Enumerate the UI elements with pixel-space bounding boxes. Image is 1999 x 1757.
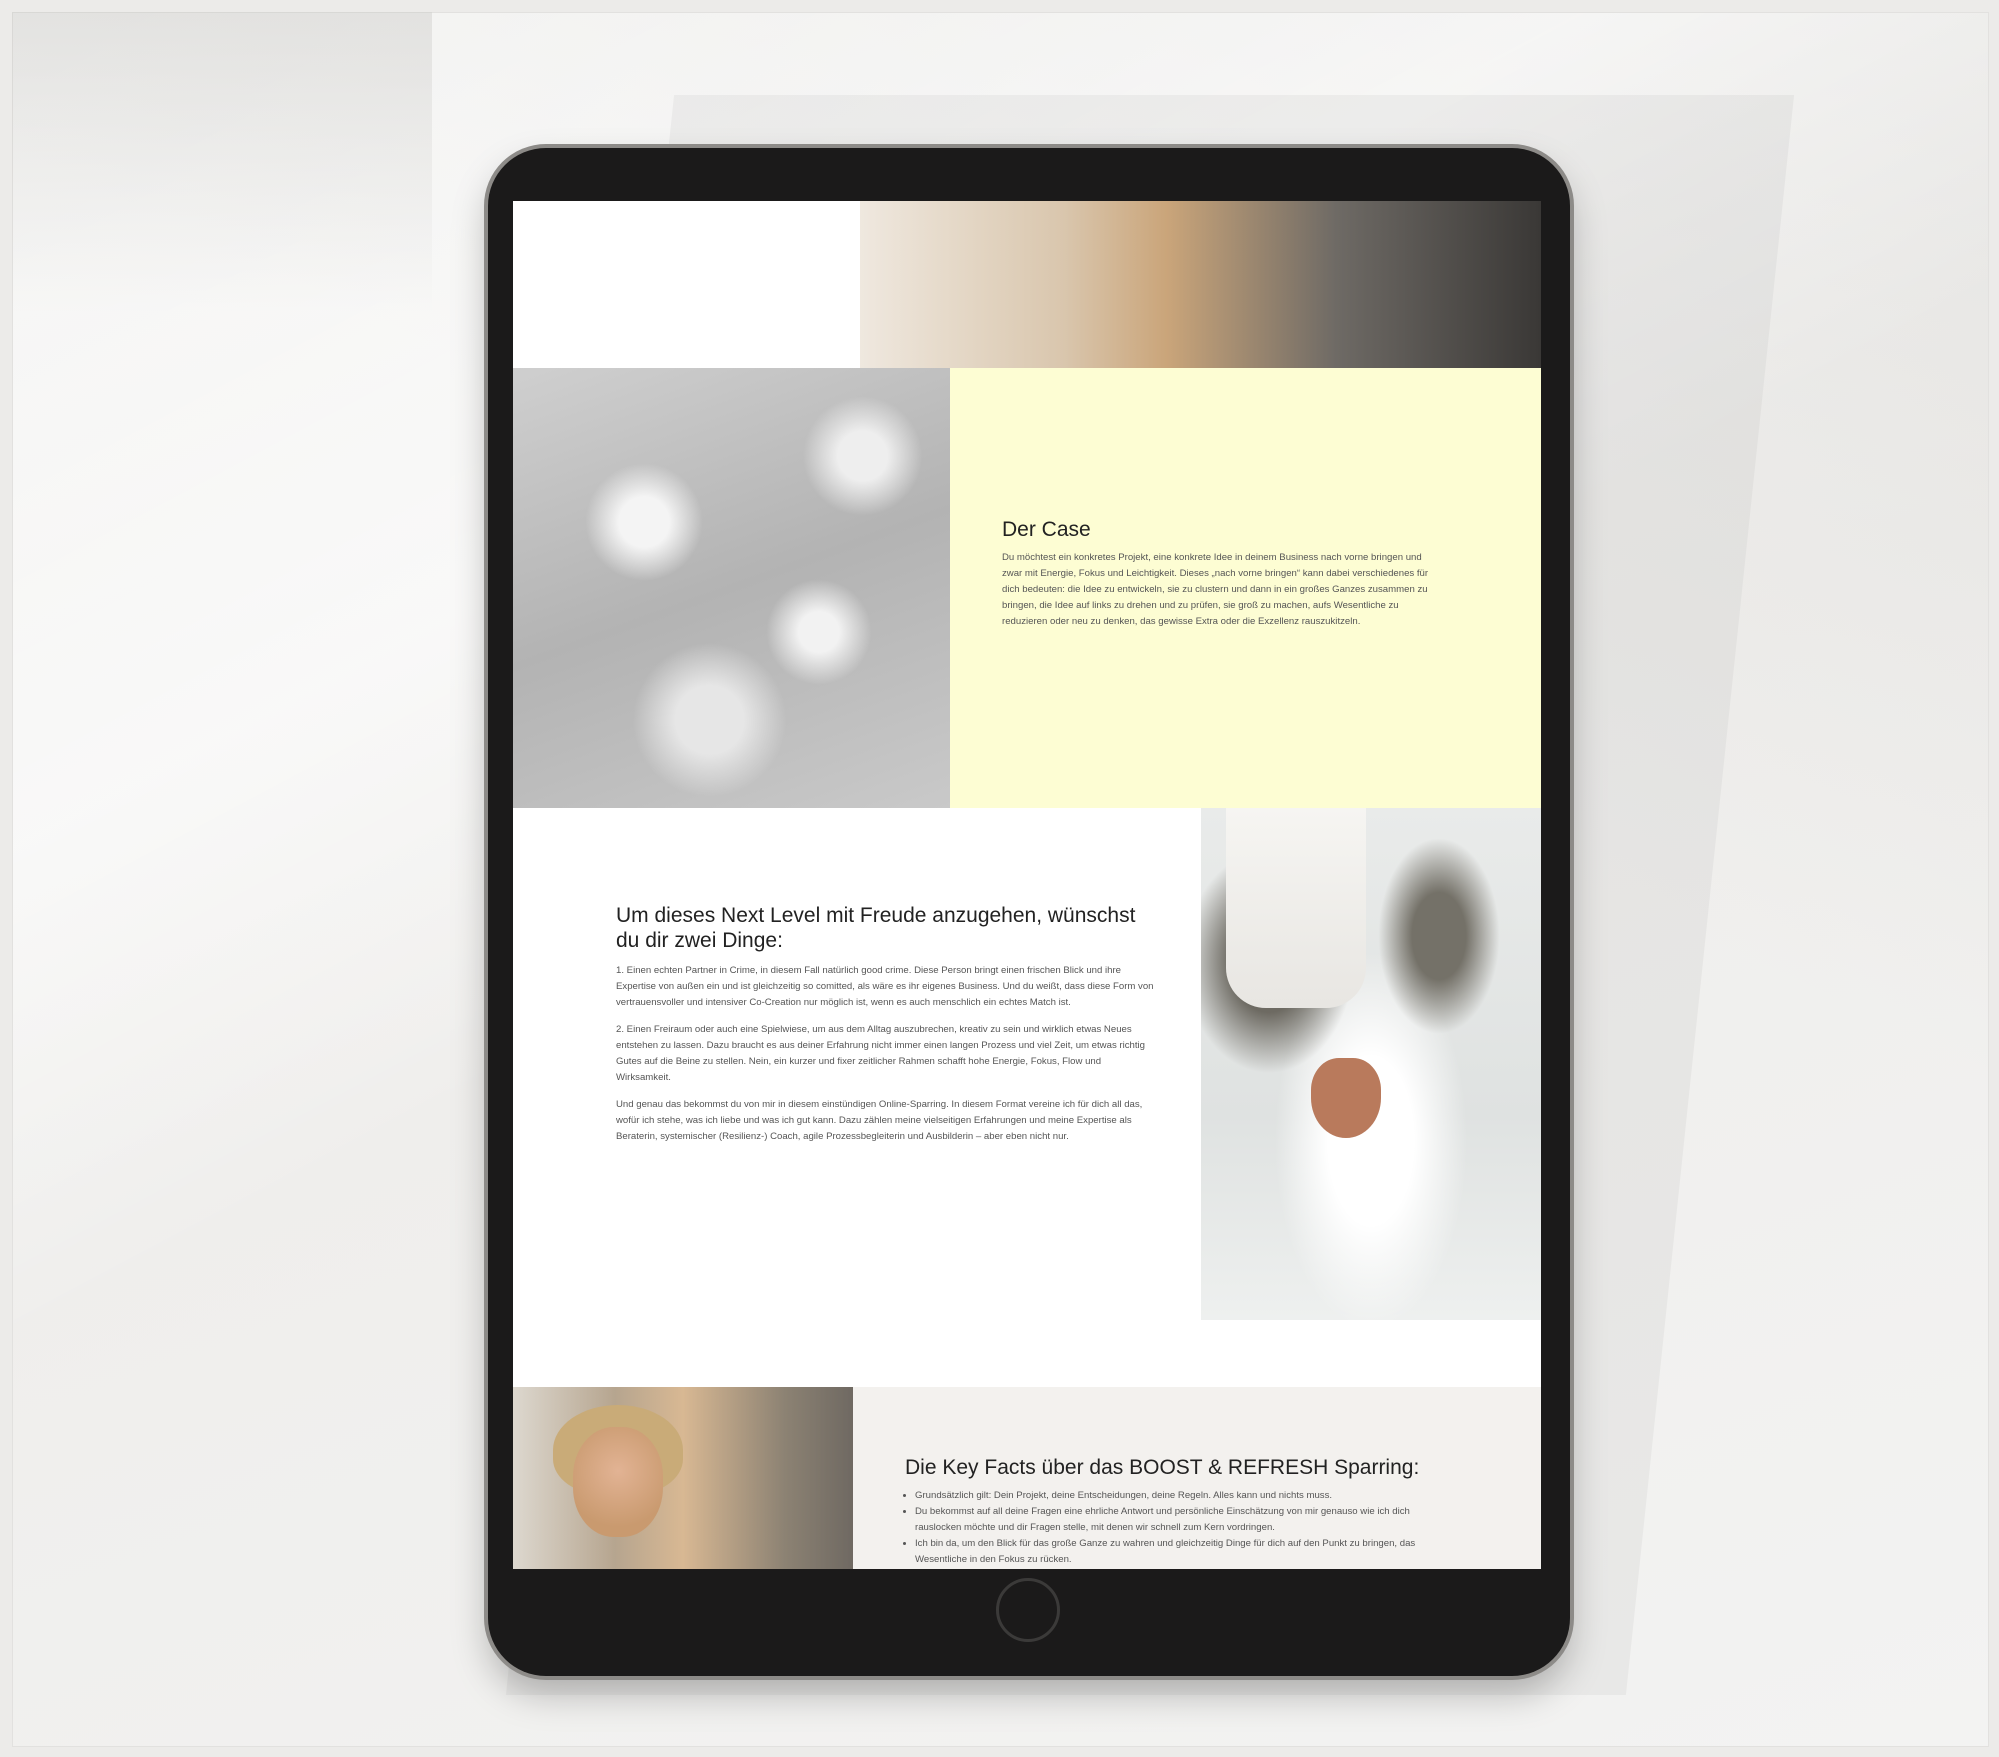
next-level-paragraph-1: 1. Einen echten Partner in Crime, in die… <box>616 965 1154 1008</box>
key-facts-item: Grundsätzlich gilt: Dein Projekt, deine … <box>915 1488 1425 1504</box>
photo-face <box>573 1427 663 1537</box>
water-texture-photo <box>513 368 950 808</box>
photo-sleeve <box>1226 808 1366 1008</box>
next-level-paragraph-3: Und genau das bekommst du von mir in die… <box>616 1099 1143 1142</box>
case-body: Du möchtest ein konkretes Projekt, eine … <box>1002 552 1429 627</box>
photo-hand <box>1311 1058 1381 1138</box>
case-text-block: Der Case Du möchtest ein konkretes Proje… <box>1002 518 1442 630</box>
window-shadow <box>12 12 432 312</box>
hero-photo-women-with-cup <box>860 201 1541 368</box>
case-title: Der Case <box>1002 518 1091 541</box>
case-section: Der Case Du möchtest ein konkretes Proje… <box>950 368 1541 808</box>
hand-in-water-photo <box>1201 808 1541 1320</box>
home-button[interactable] <box>996 1578 1060 1642</box>
next-level-section: Um dieses Next Level mit Freude anzugehe… <box>616 903 1156 1145</box>
key-facts-item: Ich bin da, um den Blick für das große G… <box>915 1536 1425 1568</box>
next-level-title: Um dieses Next Level mit Freude anzugehe… <box>616 904 1136 952</box>
key-facts-item: Du bekommst auf all deine Fragen eine eh… <box>915 1504 1425 1536</box>
key-facts-title: Die Key Facts über das BOOST & REFRESH S… <box>905 1456 1420 1479</box>
key-facts-text-block: Die Key Facts über das BOOST & REFRESH S… <box>905 1456 1425 1568</box>
tablet-screen[interactable]: Der Case Du möchtest ein konkretes Proje… <box>513 201 1541 1569</box>
key-facts-list: Grundsätzlich gilt: Dein Projekt, deine … <box>905 1488 1425 1568</box>
portrait-photo-smiling-woman <box>513 1387 853 1569</box>
key-facts-section: Die Key Facts über das BOOST & REFRESH S… <box>513 1387 1541 1569</box>
tablet-device: Der Case Du möchtest ein konkretes Proje… <box>488 148 1570 1676</box>
next-level-paragraph-2: 2. Einen Freiraum oder auch eine Spielwi… <box>616 1024 1146 1083</box>
